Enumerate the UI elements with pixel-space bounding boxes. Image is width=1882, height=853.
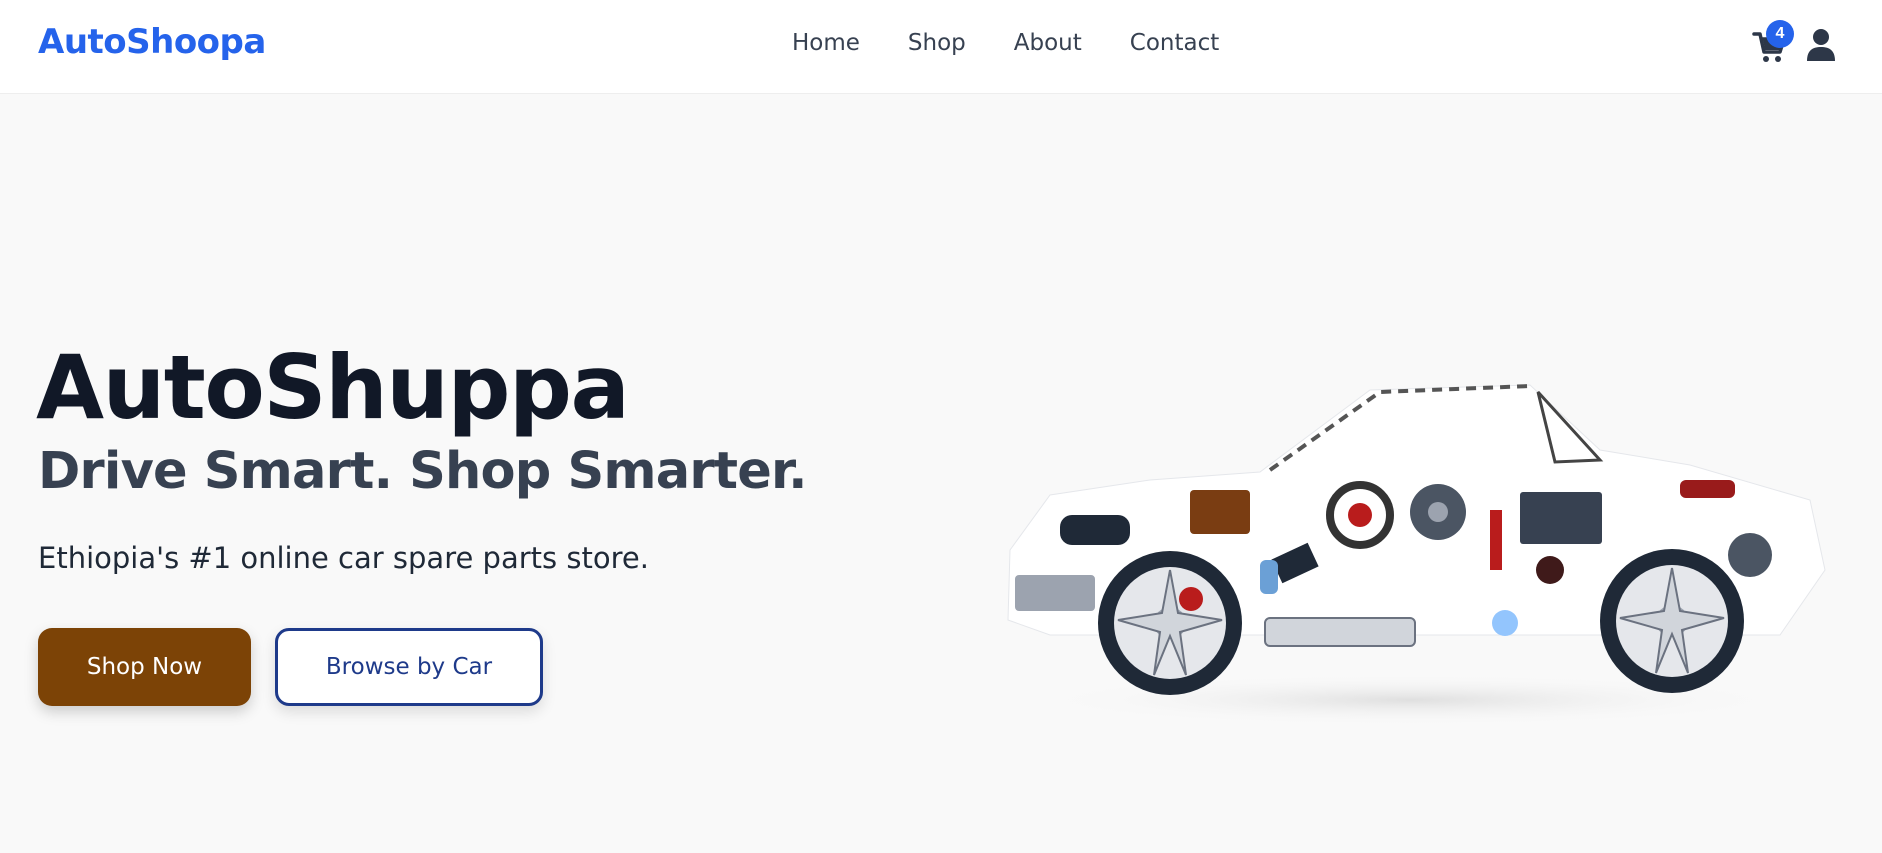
main-nav: Home Shop About Contact — [792, 30, 1219, 56]
navbar: AutoShoopa Home Shop About Contact 4 — [0, 0, 1882, 94]
nav-shop-link[interactable]: Shop — [908, 30, 966, 56]
user-icon[interactable] — [1806, 28, 1836, 62]
car-made-of-parts-image — [990, 370, 1840, 740]
hero-subtitle: Drive Smart. Shop Smarter. — [38, 442, 808, 501]
browse-by-car-button[interactable]: Browse by Car — [275, 628, 543, 706]
cart-count-badge: 4 — [1766, 20, 1794, 48]
nav-home-link[interactable]: Home — [792, 30, 860, 56]
nav-contact-link[interactable]: Contact — [1130, 30, 1219, 56]
hero-description: Ethiopia's #1 online car spare parts sto… — [38, 541, 649, 575]
brand-logo[interactable]: AutoShoopa — [38, 22, 266, 62]
nav-about-link[interactable]: About — [1014, 30, 1082, 56]
hero-title: AutoShuppa — [36, 336, 630, 439]
shop-now-button[interactable]: Shop Now — [38, 628, 251, 706]
